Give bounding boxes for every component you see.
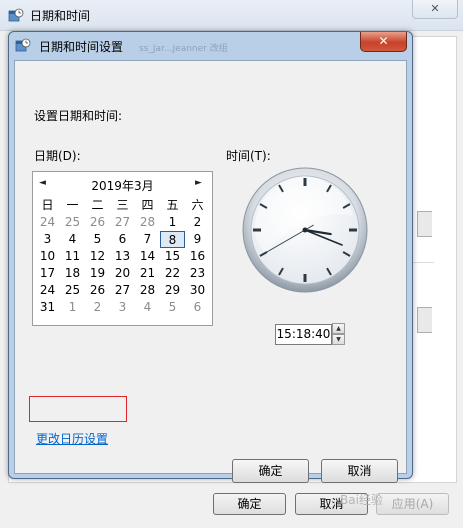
- calendar-day[interactable]: 1: [60, 299, 85, 316]
- clock-calendar-icon: [8, 8, 24, 22]
- calendar-day[interactable]: 6: [185, 299, 210, 316]
- dialog-ok-button[interactable]: 确定: [232, 459, 309, 483]
- date-label: 日期(D):: [34, 149, 81, 163]
- calendar-week-row: 17 18 19 20 21 22 23: [35, 265, 210, 282]
- calendar-day[interactable]: 20: [110, 265, 135, 282]
- calendar-day[interactable]: 24: [35, 214, 60, 231]
- calendar-day[interactable]: 30: [185, 282, 210, 299]
- calendar-day[interactable]: 26: [85, 214, 110, 231]
- calendar-month-title[interactable]: 2019年3月: [33, 177, 212, 194]
- calendar-week-row: 3456789: [35, 231, 210, 248]
- calendar-week-row: 10 11 12 13 14 15 16: [35, 248, 210, 265]
- calendar-day[interactable]: 26: [85, 282, 110, 299]
- calendar-day[interactable]: 25: [60, 214, 85, 231]
- calendar-day[interactable]: 9: [185, 231, 210, 248]
- calendar-day[interactable]: 5: [85, 231, 110, 248]
- calendar-day[interactable]: 3: [110, 299, 135, 316]
- calendar-day[interactable]: 25: [60, 282, 85, 299]
- calendar-day[interactable]: 28: [135, 214, 160, 231]
- calendar-day[interactable]: 2: [85, 299, 110, 316]
- weekday-header: 四: [141, 198, 154, 212]
- clock-calendar-icon: [15, 38, 31, 52]
- dialog-titlebar[interactable]: 日期和时间设置 ss_Jar...Jeanner 改组 ✕: [9, 32, 412, 58]
- calendar-day[interactable]: 21: [135, 265, 160, 282]
- calendar-day-selected[interactable]: 8: [160, 231, 185, 248]
- calendar-day[interactable]: 15: [160, 248, 185, 265]
- calendar-day[interactable]: 7: [135, 231, 160, 248]
- calendar-day[interactable]: 1: [160, 214, 185, 231]
- outer-window-title: 日期和时间: [30, 9, 91, 23]
- calendar-day[interactable]: 13: [110, 248, 135, 265]
- calendar-day[interactable]: 22: [160, 265, 185, 282]
- weekday-header: 一: [66, 198, 79, 212]
- next-month-arrow-icon[interactable]: ►: [195, 178, 202, 188]
- time-input[interactable]: 15:18:40: [275, 324, 332, 345]
- dialog-ghost-text: ss_Jar...Jeanner 改组: [139, 44, 228, 54]
- annotation-highlight-box: [29, 396, 127, 422]
- month-calendar[interactable]: ◄ 2019年3月 ► 日一二三四五六 24 25 26 27 28 1 2 3 4 5 6 7 8 9 10…: [32, 171, 213, 326]
- calendar-day[interactable]: 4: [135, 299, 160, 316]
- calendar-day[interactable]: 17: [35, 265, 60, 282]
- change-calendar-settings-link[interactable]: 更改日历设置: [36, 430, 108, 447]
- calendar-day[interactable]: 4: [60, 231, 85, 248]
- weekday-header: 二: [91, 198, 104, 212]
- watermark: Bai经验: [340, 493, 383, 507]
- outer-ok-button[interactable]: 确定: [213, 493, 286, 515]
- weekday-header: 三: [116, 198, 129, 212]
- calendar-day[interactable]: 3: [35, 231, 60, 248]
- outer-hidden-button-1[interactable]: [417, 211, 432, 237]
- calendar-day[interactable]: 11: [60, 248, 85, 265]
- outer-divider: [410, 262, 434, 263]
- calendar-day[interactable]: 10: [35, 248, 60, 265]
- calendar-day[interactable]: 16: [185, 248, 210, 265]
- calendar-day[interactable]: 27: [110, 214, 135, 231]
- weekday-header: 日: [41, 198, 54, 212]
- clock-center-pin: [302, 227, 308, 233]
- calendar-week-row: 24 25 26 27 28 29 30: [35, 282, 210, 299]
- weekday-header: 五: [166, 198, 179, 212]
- calendar-day[interactable]: 19: [85, 265, 110, 282]
- calendar-day[interactable]: 6: [110, 231, 135, 248]
- calendar-day[interactable]: 2: [185, 214, 210, 231]
- time-spin-up-icon[interactable]: ▲: [332, 323, 345, 334]
- calendar-day[interactable]: 27: [110, 282, 135, 299]
- dialog-close-button[interactable]: ✕: [360, 32, 407, 52]
- calendar-weekday-row: 日一二三四五六: [35, 197, 210, 214]
- calendar-day[interactable]: 14: [135, 248, 160, 265]
- outer-hidden-button-2[interactable]: [417, 307, 432, 333]
- outer-apply-button: 应用(A): [376, 493, 449, 515]
- calendar-grid: 日一二三四五六 24 25 26 27 28 1 2 3 4 5 6 7 8 9 10 11 12 13 14 15 16…: [35, 197, 210, 316]
- dialog-cancel-button[interactable]: 取消: [321, 459, 398, 483]
- calendar-day[interactable]: 23: [185, 265, 210, 282]
- calendar-day[interactable]: 28: [135, 282, 160, 299]
- calendar-day[interactable]: 12: [85, 248, 110, 265]
- outer-close-button[interactable]: ✕: [412, 0, 458, 19]
- calendar-day[interactable]: 18: [60, 265, 85, 282]
- calendar-day[interactable]: 29: [160, 282, 185, 299]
- set-date-time-heading: 设置日期和时间:: [34, 109, 123, 123]
- calendar-day[interactable]: 5: [160, 299, 185, 316]
- calendar-day[interactable]: 31: [35, 299, 60, 316]
- calendar-day[interactable]: 24: [35, 282, 60, 299]
- dialog-title: 日期和时间设置: [39, 40, 124, 54]
- calendar-week-row: 24 25 26 27 28 1 2: [35, 214, 210, 231]
- time-label: 时间(T):: [226, 149, 271, 163]
- outer-titlebar: 日期和时间 ✕: [0, 0, 463, 31]
- weekday-header: 六: [191, 198, 204, 212]
- time-spin-down-icon[interactable]: ▼: [332, 334, 345, 345]
- calendar-week-row: 31 1 2 3 4 5 6: [35, 299, 210, 316]
- analog-clock: [242, 167, 368, 293]
